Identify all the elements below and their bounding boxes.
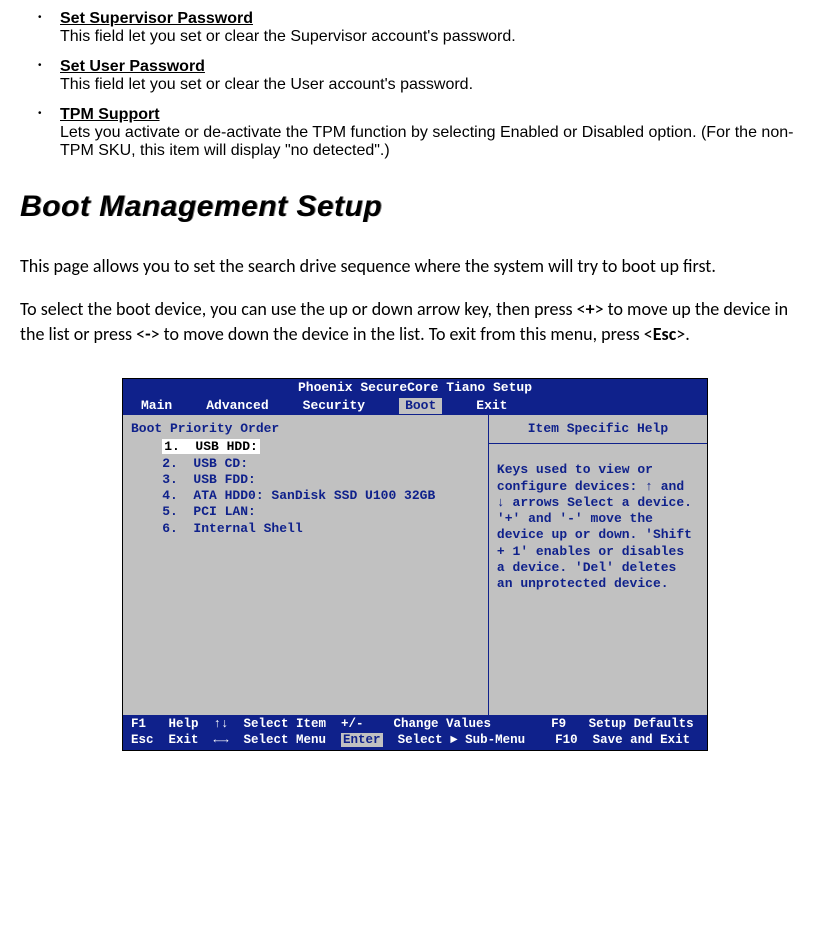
paragraph-instructions: To select the boot device, you can use t… [20,297,810,347]
help-body: Keys used to view or configure devices: … [489,444,707,600]
boot-order-header: Boot Priority Order [131,421,480,437]
menu-security: Security [303,398,365,414]
list-item: Set Supervisor Password This field let y… [20,10,810,46]
settings-list: Set Supervisor Password This field let y… [20,10,810,160]
boot-row: 2. USB CD: [131,456,480,472]
item-title: TPM Support [60,106,810,124]
item-desc: Lets you activate or de-activate the TPM… [60,124,810,160]
item-title: Set Supervisor Password [60,10,810,28]
boot-row: 3. USB FDD: [131,472,480,488]
bios-menu: Main Advanced Security Boot Exit [123,397,707,415]
boot-row: 6. Internal Shell [131,521,480,537]
bios-left-pane: Boot Priority Order 1. USB HDD: 2. USB C… [123,415,489,715]
key-plus: + [586,298,595,320]
menu-exit: Exit [476,398,507,414]
bios-window: Phoenix SecureCore Tiano Setup Main Adva… [122,378,708,752]
section-title: Boot Management Setup [20,190,810,224]
list-item: TPM Support Lets you activate or de-acti… [20,106,810,160]
boot-row-selected: 1. USB HDD: [162,439,260,454]
boot-row: 5. PCI LAN: [131,504,480,520]
text: To select the boot device, you can use t… [20,298,586,320]
bios-title: Phoenix SecureCore Tiano Setup [123,379,707,397]
text: >. [676,323,690,345]
help-title: Item Specific Help [489,415,707,444]
bios-footer: F1 Help ↑↓ Select Item +/- Change Values… [123,715,707,750]
boot-row: 4. ATA HDD0: SanDisk SSD U100 32GB [131,488,480,504]
footer-line1: F1 Help ↑↓ Select Item +/- Change Values… [131,717,694,731]
paragraph-intro: This page allows you to set the search d… [20,254,810,279]
bios-right-pane: Item Specific Help Keys used to view or … [489,415,707,715]
item-desc: This field let you set or clear the Supe… [60,28,810,46]
footer-line2b: Select ► Sub-Menu F10 Save and Exit [383,733,691,747]
footer-line2a: Esc Exit ←→ Select Menu [131,733,341,747]
menu-boot: Boot [399,398,442,414]
text: > to move down the device in the list. T… [151,323,653,345]
boot-row: 1. USB HDD: [131,439,480,455]
item-desc: This field let you set or clear the User… [60,76,810,94]
item-title: Set User Password [60,58,810,76]
bios-body: Boot Priority Order 1. USB HDD: 2. USB C… [123,415,707,715]
menu-main: Main [141,398,172,414]
menu-advanced: Advanced [206,398,268,414]
list-item: Set User Password This field let you set… [20,58,810,94]
key-esc: Esc [653,323,677,345]
bios-screenshot: Phoenix SecureCore Tiano Setup Main Adva… [20,378,810,752]
footer-enter: Enter [341,733,383,747]
